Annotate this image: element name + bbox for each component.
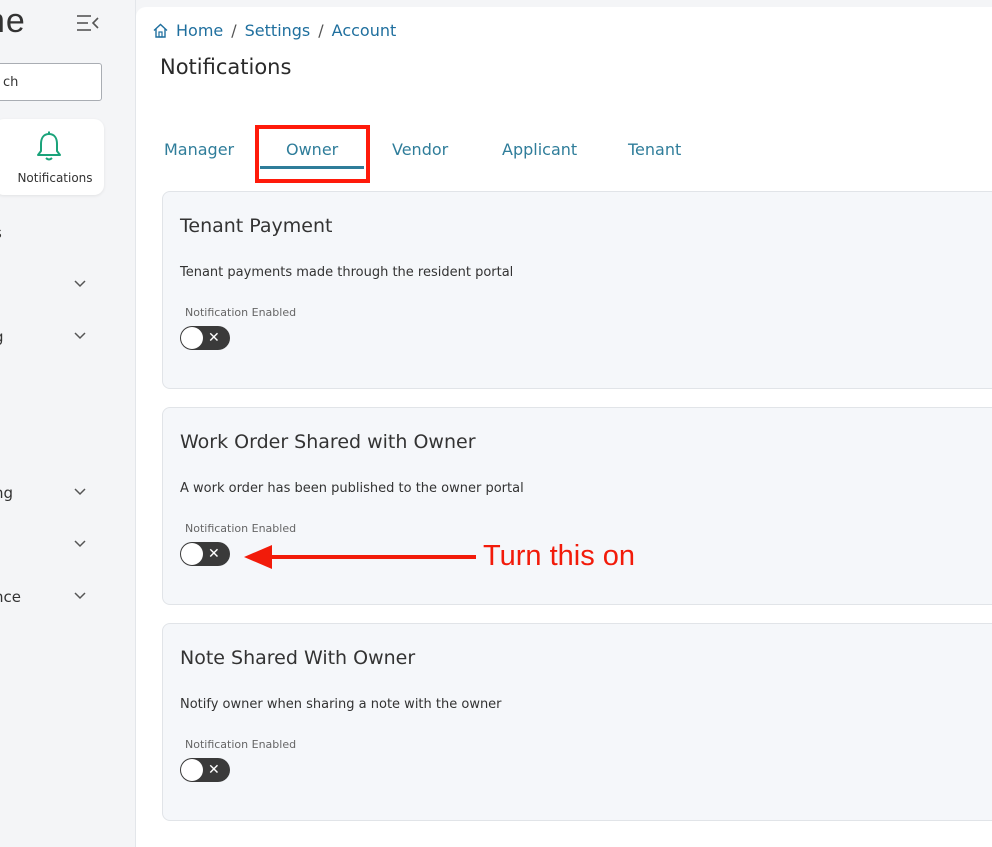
toggle-knob [181, 327, 203, 349]
chevron-down-icon [74, 488, 86, 496]
annotation-arrow-icon [244, 545, 476, 569]
tab-applicant[interactable]: Applicant [502, 140, 577, 159]
sidebar-item-label: Notifications [17, 171, 93, 185]
toggle-knob [181, 543, 203, 565]
tab-manager[interactable]: Manager [164, 140, 234, 159]
sidebar-item-label: nce [0, 588, 21, 606]
search-input[interactable]: ch [0, 63, 102, 101]
card-description: Tenant payments made through the residen… [180, 265, 514, 280]
chevron-down-icon [74, 280, 86, 288]
close-icon: ✕ [208, 546, 220, 562]
page-title: Notifications [160, 55, 292, 79]
close-icon: ✕ [208, 330, 220, 346]
sidebar-item-3[interactable]: g [0, 326, 94, 350]
card-title: Tenant Payment [180, 215, 333, 237]
bell-icon [37, 131, 61, 161]
sidebar-item-notifications[interactable]: Notifications [0, 119, 104, 195]
app-logo: ne [0, 2, 26, 40]
chevron-down-icon [74, 332, 86, 340]
chevron-down-icon [74, 592, 86, 600]
notification-card: Tenant Payment Tenant payments made thro… [162, 191, 992, 389]
annotation-highlight-box [255, 125, 370, 183]
card-title: Note Shared With Owner [180, 647, 416, 669]
breadcrumb-home-link[interactable]: Home [176, 21, 223, 40]
close-icon: ✕ [208, 762, 220, 778]
home-icon [153, 23, 168, 38]
notification-card: Note Shared With Owner Notify owner when… [162, 623, 992, 821]
breadcrumb-separator: / [231, 21, 237, 40]
sidebar: ne ch Notifications s g ng nce [0, 0, 136, 847]
notification-toggle[interactable]: ✕ [180, 326, 230, 350]
collapse-sidebar-icon[interactable] [76, 14, 100, 32]
annotation-text: Turn this on [483, 540, 636, 572]
tab-tenant[interactable]: Tenant [628, 140, 681, 159]
sidebar-item-6[interactable]: nce [0, 586, 94, 610]
notification-toggle[interactable]: ✕ [180, 542, 230, 566]
sidebar-item-2[interactable] [0, 274, 94, 298]
breadcrumb: Home / Settings / Account [153, 21, 396, 40]
sidebar-item-label: s [0, 224, 2, 242]
main-content: Home / Settings / Account Notifications … [136, 7, 992, 847]
sidebar-item-label: ng [0, 484, 14, 502]
notification-card: Work Order Shared with Owner A work orde… [162, 407, 992, 605]
card-description: Notify owner when sharing a note with th… [180, 697, 502, 712]
breadcrumb-settings-link[interactable]: Settings [245, 21, 311, 40]
field-label: Notification Enabled [185, 306, 297, 319]
sidebar-item-5[interactable] [0, 534, 94, 558]
card-description: A work order has been published to the o… [180, 481, 524, 496]
sidebar-item-1[interactable]: s [0, 222, 94, 246]
field-label: Notification Enabled [185, 738, 297, 751]
breadcrumb-separator: / [318, 21, 324, 40]
field-label: Notification Enabled [185, 522, 297, 535]
notification-toggle[interactable]: ✕ [180, 758, 230, 782]
sidebar-item-label: g [0, 328, 4, 346]
card-title: Work Order Shared with Owner [180, 431, 476, 453]
sidebar-item-4[interactable]: ng [0, 482, 94, 506]
tab-vendor[interactable]: Vendor [392, 140, 448, 159]
breadcrumb-account-link[interactable]: Account [332, 21, 397, 40]
toggle-knob [181, 759, 203, 781]
chevron-down-icon [74, 540, 86, 548]
